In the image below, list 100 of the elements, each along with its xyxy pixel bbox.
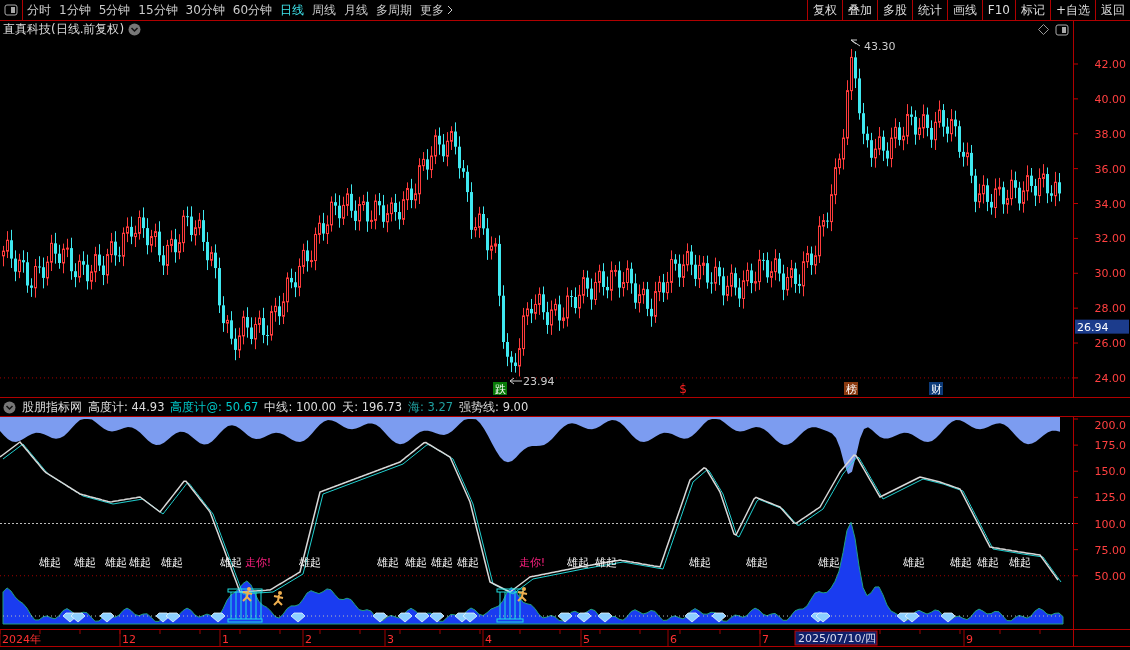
dropdown-icon — [3, 400, 16, 414]
current-price-tag: 26.94 — [1075, 319, 1129, 334]
price-tick-label: 40.00 — [1094, 92, 1126, 106]
indicator-tick-label: 125.0 — [1094, 491, 1126, 505]
rise-signal-label: 雄起 — [431, 556, 453, 569]
price-tick-label: 36.00 — [1094, 162, 1126, 176]
date-label: 6 — [670, 633, 677, 646]
date-label: 2 — [305, 633, 312, 646]
go-signal-label: 走你! — [244, 556, 272, 569]
rise-signal-label: 雄起 — [74, 556, 96, 569]
diamond-icon — [290, 612, 306, 623]
toolbar-button[interactable]: +自选 — [1049, 0, 1095, 20]
diamond-icon — [429, 612, 445, 623]
event-badge: 财 — [929, 382, 943, 396]
date-label: 1 — [222, 633, 229, 646]
diamond-icon — [815, 612, 831, 623]
event-mark-label: $ — [679, 382, 687, 396]
rise-signal-label: 雄起 — [818, 556, 840, 569]
price-tick-label: 34.00 — [1094, 197, 1126, 211]
diamond-icon — [684, 612, 700, 623]
running-figure-icon — [242, 587, 253, 602]
pillar-icon — [227, 588, 263, 623]
running-figure-icon — [517, 587, 528, 602]
indicator-value: 海: 3.27 — [407, 399, 454, 415]
running-figure-icon — [273, 591, 284, 606]
pillar-icon — [496, 588, 524, 623]
rise-signal-label: 雄起 — [903, 556, 925, 569]
indicator-value: 强势线: 9.00 — [459, 399, 529, 415]
toolbar-button[interactable]: 标记 — [1014, 0, 1050, 20]
period-tab[interactable]: 30分钟 — [181, 1, 229, 19]
price-tick-label: 28.00 — [1094, 302, 1126, 316]
indicator-tick-label: 200.0 — [1094, 419, 1126, 432]
indicator-value: 高度计: 44.93 — [88, 399, 165, 415]
toolbar-button[interactable]: 多股 — [876, 0, 912, 20]
toolbar-button[interactable]: F10 — [981, 0, 1015, 20]
price-tick-label: 24.00 — [1094, 371, 1126, 385]
rise-signal-label: 雄起 — [689, 556, 711, 569]
rise-signal-label: 雄起 — [39, 556, 61, 569]
diamond-icon — [210, 612, 226, 623]
chart-title: 直真科技(日线.前复权) — [3, 21, 125, 38]
period-tab[interactable]: 分时 — [23, 1, 55, 19]
panel-toggle-icon — [1055, 23, 1069, 36]
indicator-value: 天: 196.73 — [342, 399, 402, 415]
rise-signal-label: 雄起 — [405, 556, 427, 569]
period-tab[interactable]: 1分钟 — [55, 1, 95, 19]
rise-signal-label: 雄起 — [746, 556, 768, 569]
period-tab[interactable]: 周线 — [308, 1, 341, 19]
go-signal-label: 走你! — [518, 556, 546, 569]
period-tab[interactable]: 15分钟 — [134, 1, 182, 19]
date-label: 2024年 — [2, 633, 41, 646]
price-tick-label: 38.00 — [1094, 127, 1126, 141]
diamond-icon — [99, 612, 115, 623]
diamond-icon — [904, 612, 920, 623]
rise-signal-label: 雄起 — [977, 556, 999, 569]
diamond-icon — [462, 612, 478, 623]
toolbar-button[interactable]: 统计 — [911, 0, 947, 20]
date-label: 5 — [583, 633, 590, 646]
date-label: 7 — [762, 633, 769, 646]
diamond-icon — [414, 612, 430, 623]
diamond-icon — [372, 612, 388, 623]
date-label: 4 — [485, 633, 492, 646]
rise-signal-label: 雄起 — [567, 556, 589, 569]
price-tick-label: 32.00 — [1094, 232, 1126, 246]
diamond-icon — [70, 612, 86, 623]
period-tab[interactable]: 多周期 — [372, 1, 417, 19]
indicator-name: 股朋指标网 — [22, 399, 82, 415]
event-badge: 跌 — [493, 382, 507, 396]
indicator-tick-label: 50.00 — [1094, 569, 1126, 583]
rise-signal-label: 雄起 — [105, 556, 127, 569]
price-tick-label: 42.00 — [1094, 58, 1126, 71]
price-tick-label: 26.00 — [1094, 337, 1126, 351]
diamond-icon — [711, 612, 727, 623]
more-button[interactable]: 更多 — [416, 1, 458, 19]
indicator-tick-label: 150.0 — [1094, 465, 1126, 479]
toolbar-button[interactable]: 画线 — [946, 0, 982, 20]
rise-signal-label: 雄起 — [129, 556, 151, 569]
indicator-tick-label: 100.0 — [1094, 517, 1126, 531]
rise-signal-label: 雄起 — [1009, 556, 1031, 569]
period-tab[interactable]: 5分钟 — [94, 1, 135, 19]
panel-toggle-icon — [4, 4, 18, 16]
period-tab[interactable]: 60分钟 — [228, 1, 277, 19]
toolbar-button[interactable]: 返回 — [1095, 0, 1130, 20]
diamond-icon — [557, 612, 573, 623]
rise-signal-label: 雄起 — [950, 556, 972, 569]
diamond-outline-icon — [1038, 24, 1049, 35]
diamond-icon — [576, 612, 592, 623]
date-label: 3 — [387, 633, 394, 646]
toolbar-button[interactable]: 复权 — [806, 0, 842, 20]
toolbar-button[interactable]: 叠加 — [841, 0, 877, 20]
date-label: 12 — [122, 633, 136, 646]
rise-signal-label: 雄起 — [377, 556, 399, 569]
period-tab[interactable]: 月线 — [340, 1, 373, 19]
rise-signal-label: 雄起 — [457, 556, 479, 569]
indicator-value: 高度计@: 50.67 — [170, 399, 259, 415]
diamond-icon — [397, 612, 413, 623]
period-tab[interactable]: 日线 — [276, 1, 309, 19]
chevron-icon — [447, 5, 454, 15]
date-label: 9 — [966, 633, 973, 646]
diamond-icon — [155, 612, 171, 623]
event-badge: 榜 — [844, 382, 858, 396]
